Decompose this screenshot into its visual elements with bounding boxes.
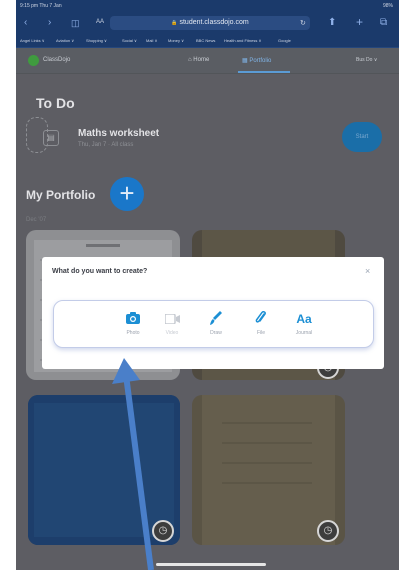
annotation-arrow bbox=[112, 358, 154, 570]
ipad-screen: 9:15 pm Thu 7 Jan 98% ‹ › ◫ AA 🔒 student.… bbox=[16, 0, 399, 570]
